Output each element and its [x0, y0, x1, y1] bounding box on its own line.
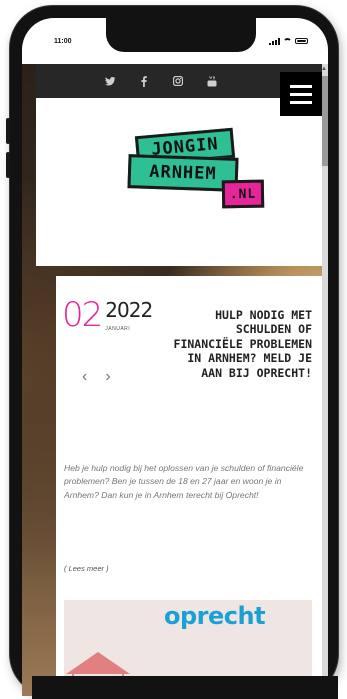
signal-icon — [269, 37, 280, 45]
read-more-link[interactable]: ( Lees meer ) — [64, 564, 109, 573]
post-card: 02 2022 JANUARI HULP NODIG MET SCHULDEN … — [56, 276, 322, 696]
volume-up-button — [6, 118, 10, 144]
post-excerpt: Heb je hulp nodig bij het oplossen van j… — [64, 463, 304, 500]
facebook-icon[interactable] — [138, 75, 150, 87]
next-arrow-icon[interactable]: › — [105, 368, 110, 386]
menu-icon — [290, 84, 312, 88]
phone-bottom-edge — [32, 676, 338, 699]
phone-notch — [106, 18, 256, 52]
promo-brand: oprecht — [164, 602, 266, 630]
site-header: JONGIN ARNHEM .NL — [36, 98, 322, 266]
post-date: 02 2022 JANUARI — [62, 295, 153, 335]
instagram-icon[interactable] — [172, 75, 184, 87]
post-year: 2022 — [105, 298, 153, 322]
twitter-icon[interactable] — [104, 75, 116, 87]
scrollbar-thumb[interactable] — [322, 76, 328, 166]
post-month: JANUARI — [105, 326, 131, 332]
logo-text-nl: .NL — [221, 179, 265, 209]
post-title[interactable]: HULP NODIG MET SCHULDEN OF FINANCIËLE PR… — [164, 308, 312, 380]
phone-screen: 11:00 ▲ JONGIN ARNHEM .NL 02 2022 JANUAR… — [22, 18, 328, 696]
prev-arrow-icon[interactable]: ‹ — [82, 368, 87, 386]
post-navigation: ‹ › — [82, 368, 111, 386]
youtube-icon[interactable] — [206, 75, 218, 87]
hamburger-menu-button[interactable] — [280, 72, 322, 116]
status-icons — [269, 37, 308, 45]
status-time: 11:00 — [54, 37, 72, 45]
volume-down-button — [6, 152, 10, 178]
post-day: 02 — [62, 295, 103, 335]
battery-icon — [295, 38, 308, 44]
wifi-icon — [283, 38, 292, 44]
site-logo[interactable]: JONGIN ARNHEM .NL — [124, 118, 265, 228]
